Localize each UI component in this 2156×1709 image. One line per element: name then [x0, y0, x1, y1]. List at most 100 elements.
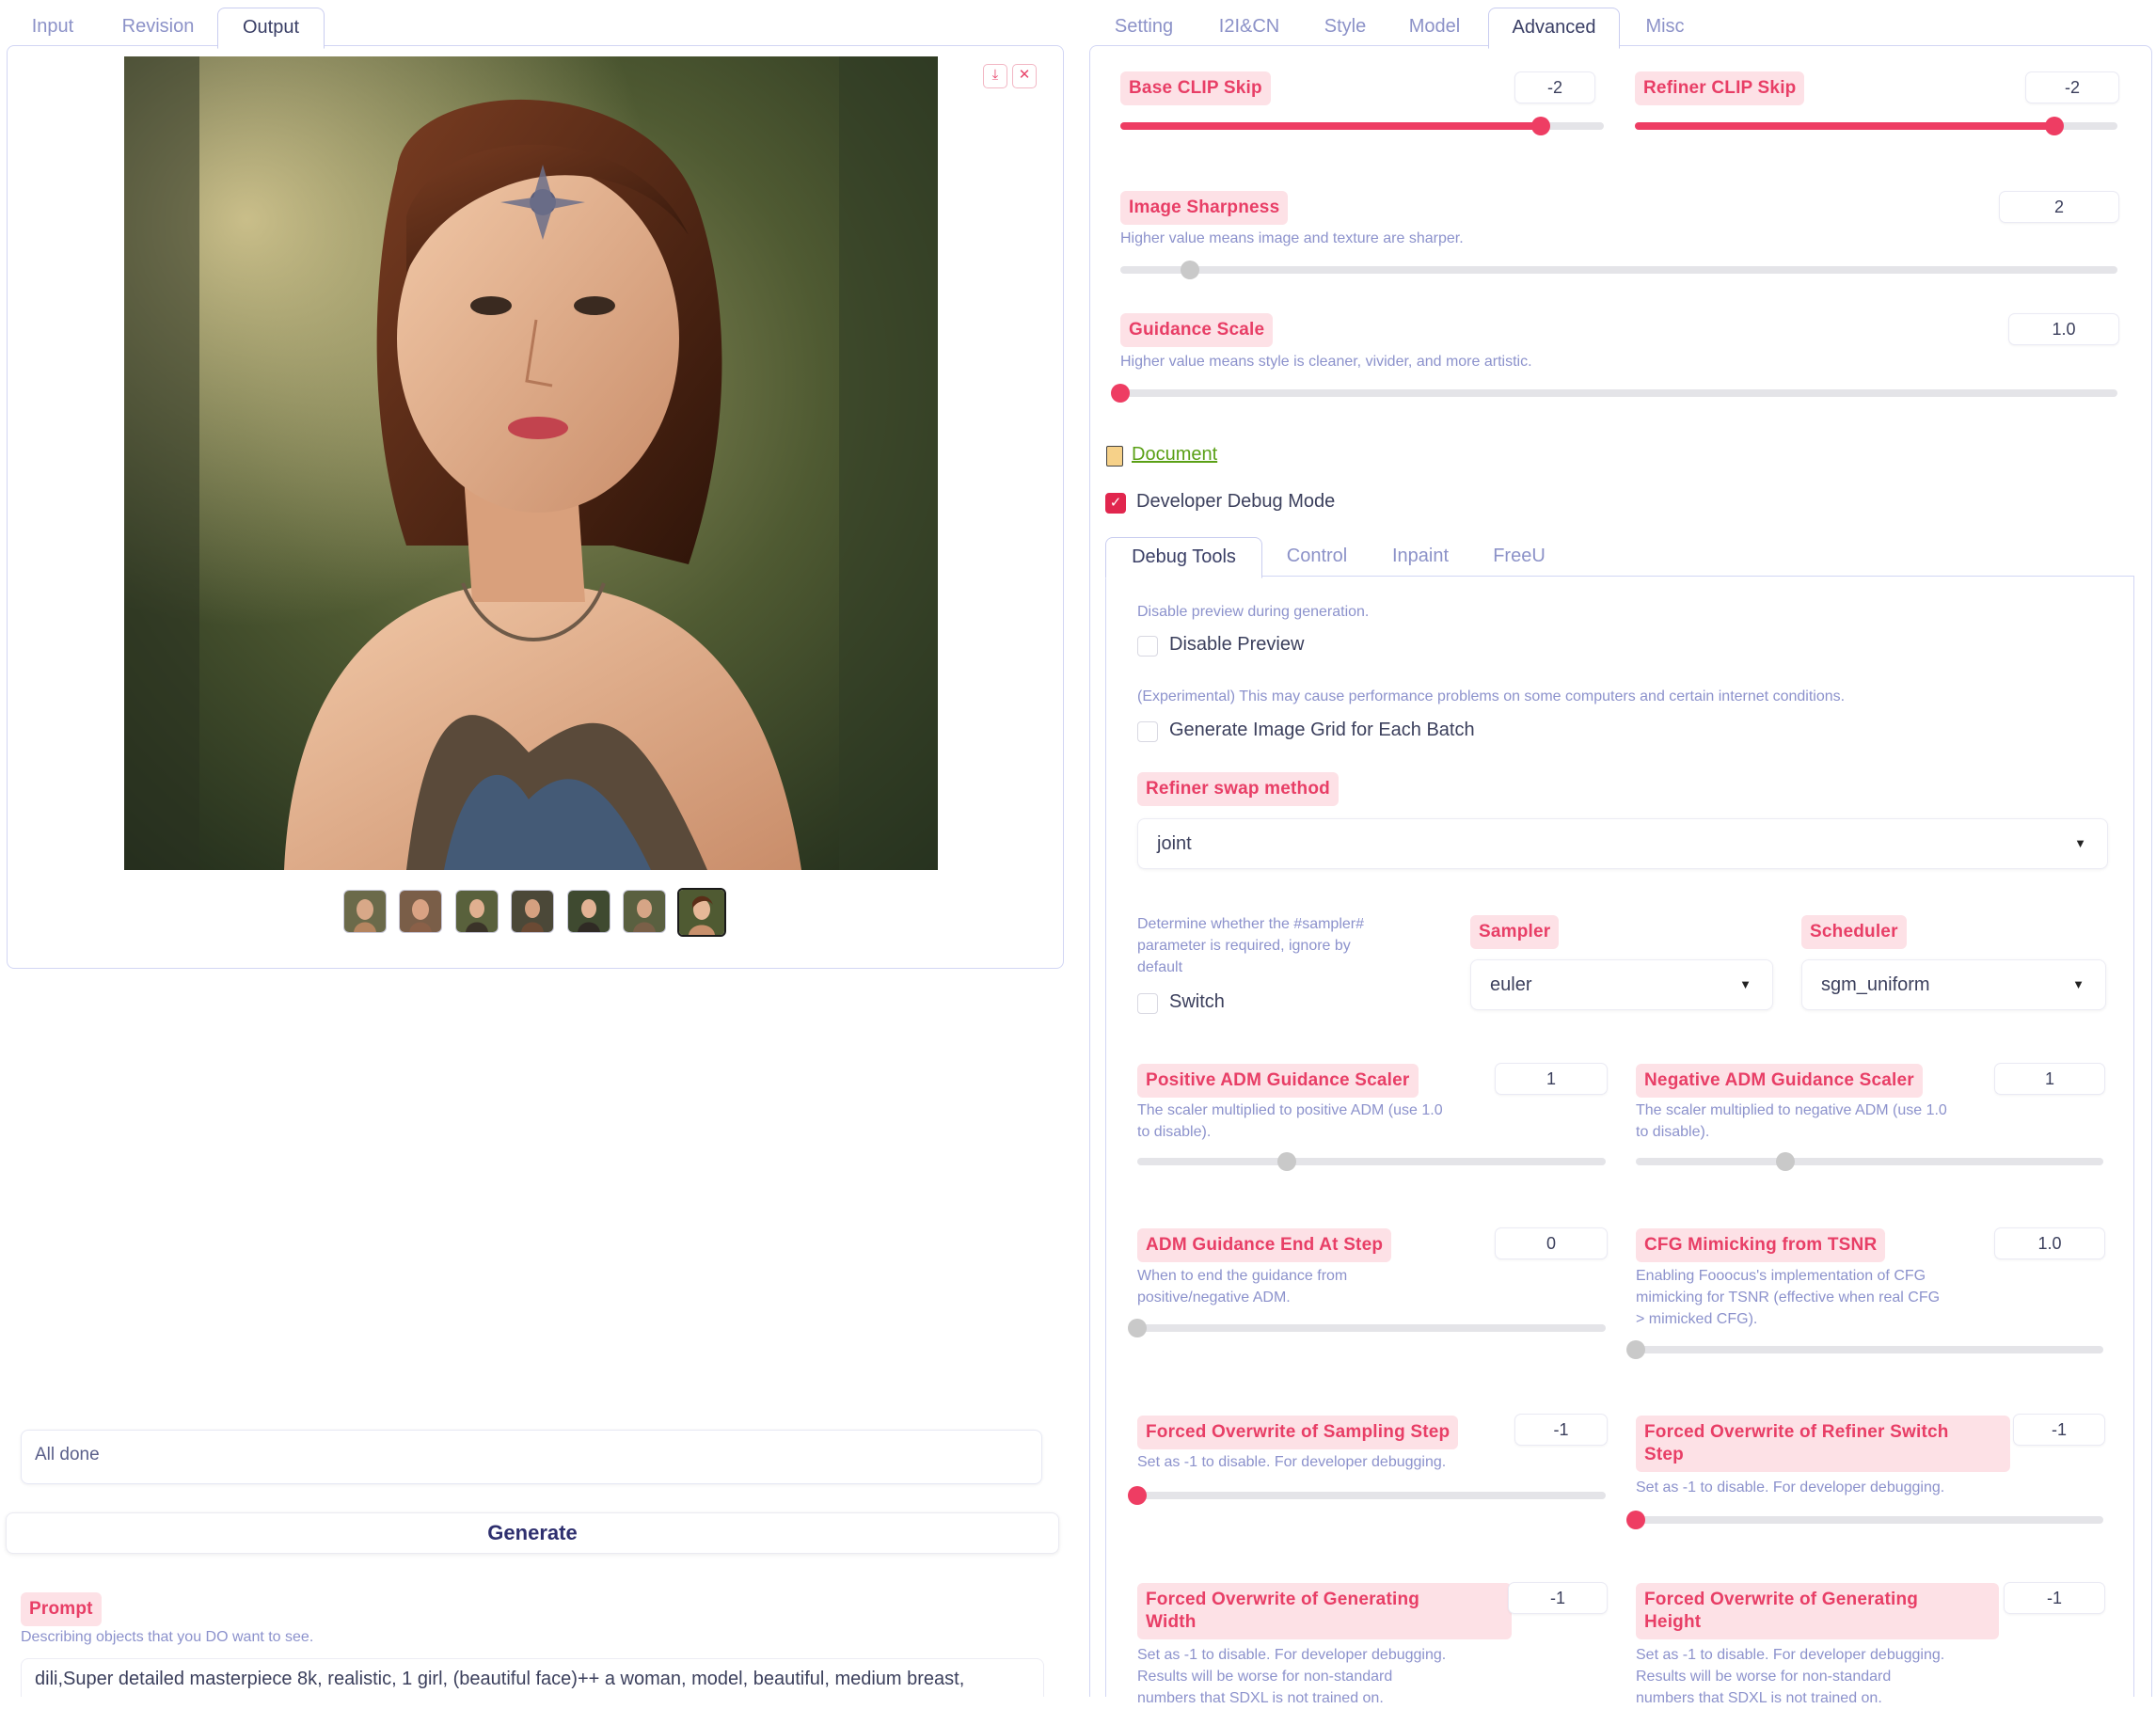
tab-inpaint[interactable]: Inpaint	[1378, 537, 1463, 577]
download-icon[interactable]: ⤓	[983, 64, 1007, 88]
refiner-clip-skip-input[interactable]: -2	[2025, 71, 2119, 103]
gallery-thumbnail[interactable]	[511, 890, 554, 933]
tab-misc[interactable]: Misc	[1627, 8, 1703, 47]
chevron-down-icon: ▼	[1739, 977, 1752, 991]
slider-thumb[interactable]	[1626, 1511, 1645, 1529]
disable-preview-checkbox[interactable]	[1137, 636, 1158, 657]
overwrite-sampling-slider[interactable]	[1128, 1486, 1606, 1505]
developer-debug-label: Developer Debug Mode	[1136, 491, 1336, 512]
gallery-thumbnail[interactable]	[399, 890, 442, 933]
overwrite-height-label: Forced Overwrite of Generating Height	[1636, 1583, 1999, 1639]
refiner-clip-skip-label: Refiner CLIP Skip	[1635, 71, 1805, 105]
overwrite-height-input[interactable]: -1	[2004, 1582, 2105, 1614]
gallery-thumbnail-selected[interactable]	[677, 888, 726, 937]
overwrite-height-label-line2: Height	[1644, 1612, 1702, 1632]
negative-adm-input[interactable]: 1	[1994, 1063, 2105, 1095]
overwrite-width-label-line1: Forced Overwrite of Generating	[1146, 1590, 1420, 1609]
refiner-swap-dropdown[interactable]: joint ▼	[1137, 818, 2108, 869]
switch-checkbox[interactable]	[1137, 993, 1158, 1014]
tab-advanced[interactable]: Advanced	[1488, 8, 1620, 49]
cfg-tsnr-label: CFG Mimicking from TSNR	[1636, 1228, 1886, 1262]
prompt-label: Prompt	[21, 1592, 102, 1626]
gallery-thumbnail[interactable]	[623, 890, 666, 933]
adm-end-info-2: positive/negative ADM.	[1137, 1290, 1291, 1305]
gallery-thumbnail[interactable]	[455, 890, 499, 933]
guidance-scale-info: Higher value means style is cleaner, viv…	[1120, 354, 1532, 370]
image-grid-label: Generate Image Grid for Each Batch	[1169, 720, 1475, 740]
generated-image[interactable]	[124, 56, 938, 870]
gallery-thumbnail[interactable]	[343, 890, 387, 933]
disable-preview-label: Disable Preview	[1169, 634, 1305, 655]
negative-adm-info-1: The scaler multiplied to negative ADM (u…	[1636, 1102, 1947, 1118]
chevron-down-icon: ▼	[2074, 836, 2086, 850]
overwrite-width-input[interactable]: -1	[1508, 1582, 1608, 1614]
positive-adm-input[interactable]: 1	[1495, 1063, 1608, 1095]
close-icon[interactable]: ✕	[1012, 64, 1037, 88]
generate-button[interactable]: Generate	[6, 1512, 1059, 1554]
image-grid-checkbox[interactable]	[1137, 721, 1158, 742]
overwrite-width-label-line2: Width	[1146, 1612, 1197, 1632]
adm-end-slider[interactable]	[1128, 1319, 1606, 1337]
cfg-tsnr-info-3: > mimicked CFG).	[1636, 1311, 1758, 1327]
slider-thumb[interactable]	[1111, 384, 1130, 403]
document-link[interactable]: Document	[1132, 444, 1217, 466]
image-sharpness-input[interactable]: 2	[1999, 191, 2119, 223]
adm-end-info-1: When to end the guidance from	[1137, 1268, 1348, 1284]
refiner-swap-value: joint	[1157, 833, 1192, 854]
cfg-tsnr-info-1: Enabling Fooocus's implementation of CFG	[1636, 1268, 1926, 1284]
guidance-scale-slider[interactable]	[1111, 384, 2117, 403]
slider-thumb[interactable]	[1128, 1319, 1147, 1337]
scheduler-value: sgm_uniform	[1821, 974, 1930, 995]
prompt-input[interactable]: dili,Super detailed masterpiece 8k, real…	[21, 1658, 1044, 1697]
prompt-text: dili,Super detailed masterpiece 8k, real…	[35, 1669, 965, 1689]
base-clip-skip-slider[interactable]	[1120, 117, 1604, 135]
tab-input[interactable]: Input	[15, 8, 90, 47]
positive-adm-label: Positive ADM Guidance Scaler	[1137, 1064, 1419, 1098]
negative-adm-slider[interactable]	[1636, 1152, 2103, 1171]
sampler-switch-info-1: Determine whether the #sampler#	[1137, 916, 1365, 932]
sampler-label: Sampler	[1470, 915, 1560, 949]
adm-end-label: ADM Guidance End At Step	[1137, 1228, 1392, 1262]
switch-label: Switch	[1169, 991, 1225, 1012]
image-sharpness-info: Higher value means image and texture are…	[1120, 230, 1464, 246]
overwrite-height-info-1: Set as -1 to disable. For developer debu…	[1636, 1647, 1945, 1663]
tab-output[interactable]: Output	[217, 8, 325, 49]
overwrite-refiner-slider[interactable]	[1626, 1511, 2103, 1529]
overwrite-width-label: Forced Overwrite of Generating Width	[1137, 1583, 1512, 1639]
image-sharpness-slider[interactable]	[1120, 261, 2117, 279]
tab-model[interactable]: Model	[1392, 8, 1477, 47]
image-sharpness-label: Image Sharpness	[1120, 191, 1289, 225]
gallery-thumbnail[interactable]	[567, 890, 610, 933]
developer-debug-checkbox[interactable]: ✓	[1105, 493, 1126, 514]
base-clip-skip-input[interactable]: -2	[1514, 71, 1595, 103]
overwrite-width-info-2: Results will be worse for non-standard	[1137, 1669, 1393, 1685]
left-tab-bar: Input Revision Output	[0, 0, 1063, 49]
tab-debug-tools[interactable]: Debug Tools	[1105, 537, 1262, 578]
overwrite-refiner-input[interactable]: -1	[2013, 1414, 2105, 1446]
overwrite-refiner-label: Forced Overwrite of Refiner Switch Step	[1636, 1416, 2010, 1472]
slider-thumb[interactable]	[1776, 1152, 1796, 1171]
positive-adm-slider[interactable]	[1137, 1152, 1606, 1171]
sampler-dropdown[interactable]: euler ▼	[1470, 959, 1773, 1010]
tab-style[interactable]: Style	[1308, 8, 1383, 47]
positive-adm-info-2: to disable).	[1137, 1124, 1212, 1140]
guidance-scale-label: Guidance Scale	[1120, 313, 1274, 347]
slider-thumb[interactable]	[1626, 1340, 1645, 1359]
tab-freeu[interactable]: FreeU	[1482, 537, 1557, 577]
cfg-tsnr-input[interactable]: 1.0	[1994, 1227, 2105, 1259]
debug-tab-bar: Debug Tools Control Inpaint FreeU	[1105, 532, 2135, 579]
overwrite-sampling-input[interactable]: -1	[1514, 1414, 1608, 1446]
status-text: All done	[35, 1445, 100, 1464]
tab-setting[interactable]: Setting	[1097, 8, 1191, 47]
guidance-scale-input[interactable]: 1.0	[2008, 313, 2119, 345]
overwrite-width-info-1: Set as -1 to disable. For developer debu…	[1137, 1647, 1447, 1663]
tab-control[interactable]: Control	[1275, 537, 1359, 577]
prompt-info: Describing objects that you DO want to s…	[21, 1629, 314, 1645]
slider-thumb[interactable]	[1128, 1486, 1147, 1505]
cfg-tsnr-slider[interactable]	[1626, 1340, 2103, 1359]
tab-i2i-cn[interactable]: I2I&CN	[1202, 8, 1296, 47]
refiner-clip-skip-slider[interactable]	[1635, 117, 2117, 135]
adm-end-input[interactable]: 0	[1495, 1227, 1608, 1259]
tab-revision[interactable]: Revision	[111, 8, 205, 47]
scheduler-dropdown[interactable]: sgm_uniform ▼	[1801, 959, 2106, 1010]
